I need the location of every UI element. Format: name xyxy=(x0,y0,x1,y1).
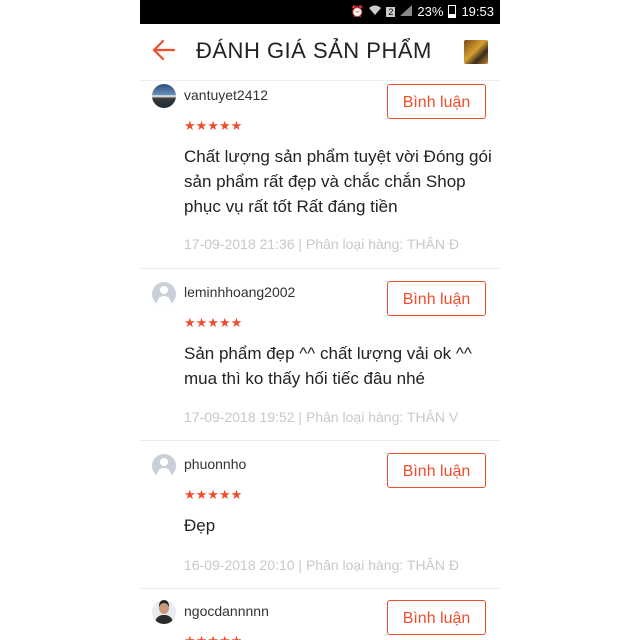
avatar[interactable] xyxy=(152,454,176,478)
status-icons: ⏰ 2 23% 19:53 xyxy=(351,4,494,19)
app-bar: ĐÁNH GIÁ SẢN PHẨM xyxy=(140,24,500,81)
signal-icon xyxy=(400,4,413,19)
comment-button[interactable]: Bình luận xyxy=(387,453,486,488)
rating-stars: ★★★★★ xyxy=(184,118,243,133)
review-username[interactable]: vantuyet2412 xyxy=(184,87,268,103)
review-item: leminhhoang2002 Bình luận ★★★★★ Sản phẩm… xyxy=(140,268,500,441)
review-username[interactable]: phuonnho xyxy=(184,456,246,472)
review-meta: 16-09-2018 20:10 | Phân loại hàng: THÂN … xyxy=(184,557,460,573)
product-thumbnail[interactable] xyxy=(464,40,488,64)
avatar[interactable] xyxy=(152,84,176,108)
review-list[interactable]: vantuyet2412 Bình luận ★★★★★ Chất lượng … xyxy=(140,80,500,640)
wifi-icon xyxy=(369,5,382,18)
rating-stars: ★★★★★ xyxy=(184,315,243,330)
avatar[interactable] xyxy=(152,600,176,624)
review-meta: 17-09-2018 19:52 | Phân loại hàng: THÂN … xyxy=(184,409,459,425)
avatar[interactable] xyxy=(152,282,176,306)
review-item: phuonnho Bình luận ★★★★★ Đẹp 16-09-2018 … xyxy=(140,440,500,589)
comment-button[interactable]: Bình luận xyxy=(387,600,486,635)
review-username[interactable]: ngocdannnnn xyxy=(184,603,269,619)
review-comment: Đẹp xyxy=(184,516,216,535)
rating-stars: ★★★★★ xyxy=(184,633,242,640)
comment-button[interactable]: Bình luận xyxy=(387,84,486,119)
phone-screen: ⏰ 2 23% 19:53 ĐÁNH GIÁ SẢN PHẨM vantuyet… xyxy=(140,0,500,640)
review-comment: Chất lượng sản phẩm tuyệt vời Đóng gói s… xyxy=(184,147,492,216)
review-username[interactable]: leminhhoang2002 xyxy=(184,284,295,300)
clock: 19:53 xyxy=(461,4,494,19)
review-comment: Sản phẩm đẹp ^^ chất lượng vải ok ^^ mua… xyxy=(184,344,472,388)
battery-icon xyxy=(448,5,457,18)
review-item: vantuyet2412 Bình luận ★★★★★ Chất lượng … xyxy=(140,80,500,269)
review-item: ngocdannnnn Bình luận ★★★★★ xyxy=(140,588,500,640)
arrow-left-icon[interactable] xyxy=(150,36,178,64)
comment-button[interactable]: Bình luận xyxy=(387,281,486,316)
review-meta: 17-09-2018 21:36 | Phân loại hàng: THÂN … xyxy=(184,236,460,252)
page-title: ĐÁNH GIÁ SẢN PHẨM xyxy=(196,38,432,63)
status-bar: ⏰ 2 23% 19:53 xyxy=(140,0,500,24)
battery-percent: 23% xyxy=(417,4,444,19)
alarm-icon: ⏰ xyxy=(350,6,365,18)
sim2-icon: 2 xyxy=(386,6,396,17)
rating-stars: ★★★★★ xyxy=(184,487,243,502)
